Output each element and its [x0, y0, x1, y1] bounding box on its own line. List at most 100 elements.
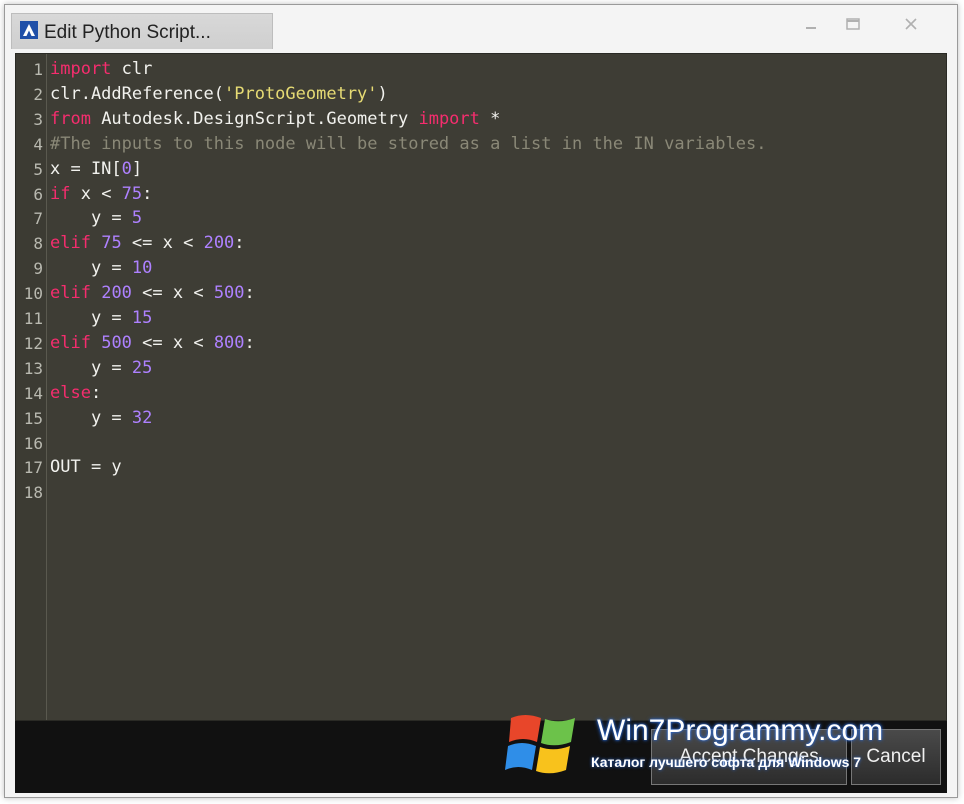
code-token: : — [244, 332, 255, 353]
code-token: OUT = y — [50, 457, 122, 478]
code-text: from Autodesk.DesignScript.Geometry impo… — [50, 107, 500, 132]
maximize-button[interactable] — [839, 13, 867, 35]
accept-changes-label: Accept Changes — [679, 746, 819, 767]
code-line[interactable]: 4 #The inputs to this node will be stored… — [16, 132, 946, 157]
code-token: * — [479, 108, 501, 129]
line-number: 14 — [23, 383, 43, 403]
code-line[interactable]: 13 y = 25 — [16, 356, 946, 381]
keyword-token: import — [50, 59, 112, 79]
code-token: y = — [50, 258, 132, 279]
number-token: 800 — [213, 332, 245, 353]
cancel-label: Cancel — [866, 746, 926, 767]
line-number: 5 — [33, 159, 43, 179]
maximize-icon — [846, 18, 860, 30]
line-number: 1 — [33, 60, 43, 79]
code-line[interactable]: 3 from Autodesk.DesignScript.Geometry imp… — [16, 107, 946, 132]
code-text: y = 25 — [50, 356, 152, 381]
code-token: clr — [111, 59, 153, 79]
keyword-token: if — [50, 183, 71, 204]
code-token: y = — [50, 208, 132, 229]
code-text: y = 32 — [50, 406, 152, 431]
code-line[interactable]: 10 elif 200 <= x < 500: — [16, 281, 946, 306]
code-text: clr.AddReference('ProtoGeometry') — [50, 82, 388, 107]
code-token: <= x < — [131, 283, 214, 304]
code-text: y = 15 — [50, 306, 152, 331]
line-number: 2 — [33, 84, 43, 104]
code-line[interactable]: 11 y = 15 — [16, 306, 946, 331]
code-token: : — [142, 183, 153, 204]
line-number: 18 — [23, 483, 43, 503]
button-bar: Accept Changes Cancel — [15, 721, 947, 793]
keyword-token: elif — [50, 283, 91, 304]
code-text: y = 5 — [50, 206, 142, 231]
line-number: 12 — [23, 333, 43, 353]
line-number: 3 — [33, 109, 43, 129]
minimize-icon — [806, 27, 816, 29]
code-token: y = — [50, 308, 132, 328]
keyword-token: elif — [50, 233, 91, 254]
code-text: y = 10 — [50, 256, 152, 281]
number-token: 10 — [131, 258, 153, 279]
number-token: 500 — [213, 283, 245, 304]
keyword-token: import — [418, 108, 480, 129]
line-number: 17 — [23, 458, 43, 478]
cancel-button[interactable]: Cancel — [851, 729, 941, 785]
code-token: Autodesk.DesignScript.Geometry — [90, 108, 419, 129]
keyword-token: else — [50, 382, 91, 403]
code-text: if x < 75: — [50, 182, 152, 207]
close-icon — [905, 18, 917, 30]
code-token: : — [90, 382, 102, 403]
accept-changes-button[interactable]: Accept Changes — [651, 729, 847, 785]
python-editor-window: Edit Python Script... 1 import clr 2 clr.Ad… — [4, 4, 958, 798]
code-token: ) — [377, 83, 388, 104]
code-line[interactable]: 9 y = 10 — [16, 256, 946, 281]
line-number: 4 — [33, 134, 43, 154]
number-token: 0 — [121, 158, 132, 179]
line-number: 7 — [33, 209, 43, 229]
line-number: 11 — [23, 309, 43, 328]
code-line[interactable]: 1 import clr — [16, 57, 946, 82]
code-text: import clr — [50, 57, 152, 82]
code-token: x = IN[ — [50, 158, 122, 179]
code-line[interactable]: 12 elif 500 <= x < 800: — [16, 331, 946, 356]
code-token: <= x < — [121, 233, 204, 254]
line-number: 16 — [23, 433, 43, 453]
code-line[interactable]: 5 x = IN[0] — [16, 157, 946, 182]
code-text: #The inputs to this node will be stored … — [50, 132, 766, 157]
number-token: 5 — [131, 208, 143, 229]
code-token: : — [244, 283, 255, 304]
window-title: Edit Python Script... — [44, 22, 211, 43]
code-token: y = — [50, 407, 132, 428]
code-line[interactable]: 6 if x < 75: — [16, 182, 946, 207]
code-text: x = IN[0] — [50, 157, 142, 182]
code-line[interactable]: 15 y = 32 — [16, 406, 946, 431]
title-bar[interactable]: Edit Python Script... — [5, 5, 957, 51]
line-number: 6 — [33, 184, 43, 204]
code-token: ] — [131, 158, 143, 179]
code-token: clr.AddReference( — [50, 83, 224, 104]
number-token: 32 — [131, 407, 153, 428]
code-line[interactable]: 8 elif 75 <= x < 200: — [16, 231, 946, 256]
dynamo-app-icon — [20, 21, 38, 39]
close-button[interactable] — [897, 13, 925, 35]
code-text: elif 200 <= x < 500: — [50, 281, 255, 306]
code-line[interactable]: 14 else: — [16, 381, 946, 406]
number-token: 75 — [121, 183, 143, 204]
line-number: 10 — [23, 284, 43, 304]
keyword-token: elif — [50, 332, 91, 353]
code-line[interactable]: 7 y = 5 — [16, 206, 946, 231]
string-token: 'ProtoGeometry' — [224, 83, 378, 104]
line-number: 9 — [33, 259, 43, 279]
keyword-token: from — [50, 108, 91, 129]
code-line[interactable]: 18 — [16, 480, 946, 505]
code-token: : — [234, 233, 245, 254]
code-line[interactable]: 2 clr.AddReference('ProtoGeometry') — [16, 82, 946, 107]
code-editor[interactable]: 1 import clr 2 clr.AddReference('ProtoGeome… — [15, 53, 947, 721]
title-tab: Edit Python Script... — [11, 13, 273, 49]
code-line[interactable]: 17 OUT = y — [16, 455, 946, 480]
minimize-button[interactable] — [797, 13, 825, 35]
number-token: 200 — [101, 283, 132, 304]
code-line[interactable]: 16 — [16, 431, 946, 456]
